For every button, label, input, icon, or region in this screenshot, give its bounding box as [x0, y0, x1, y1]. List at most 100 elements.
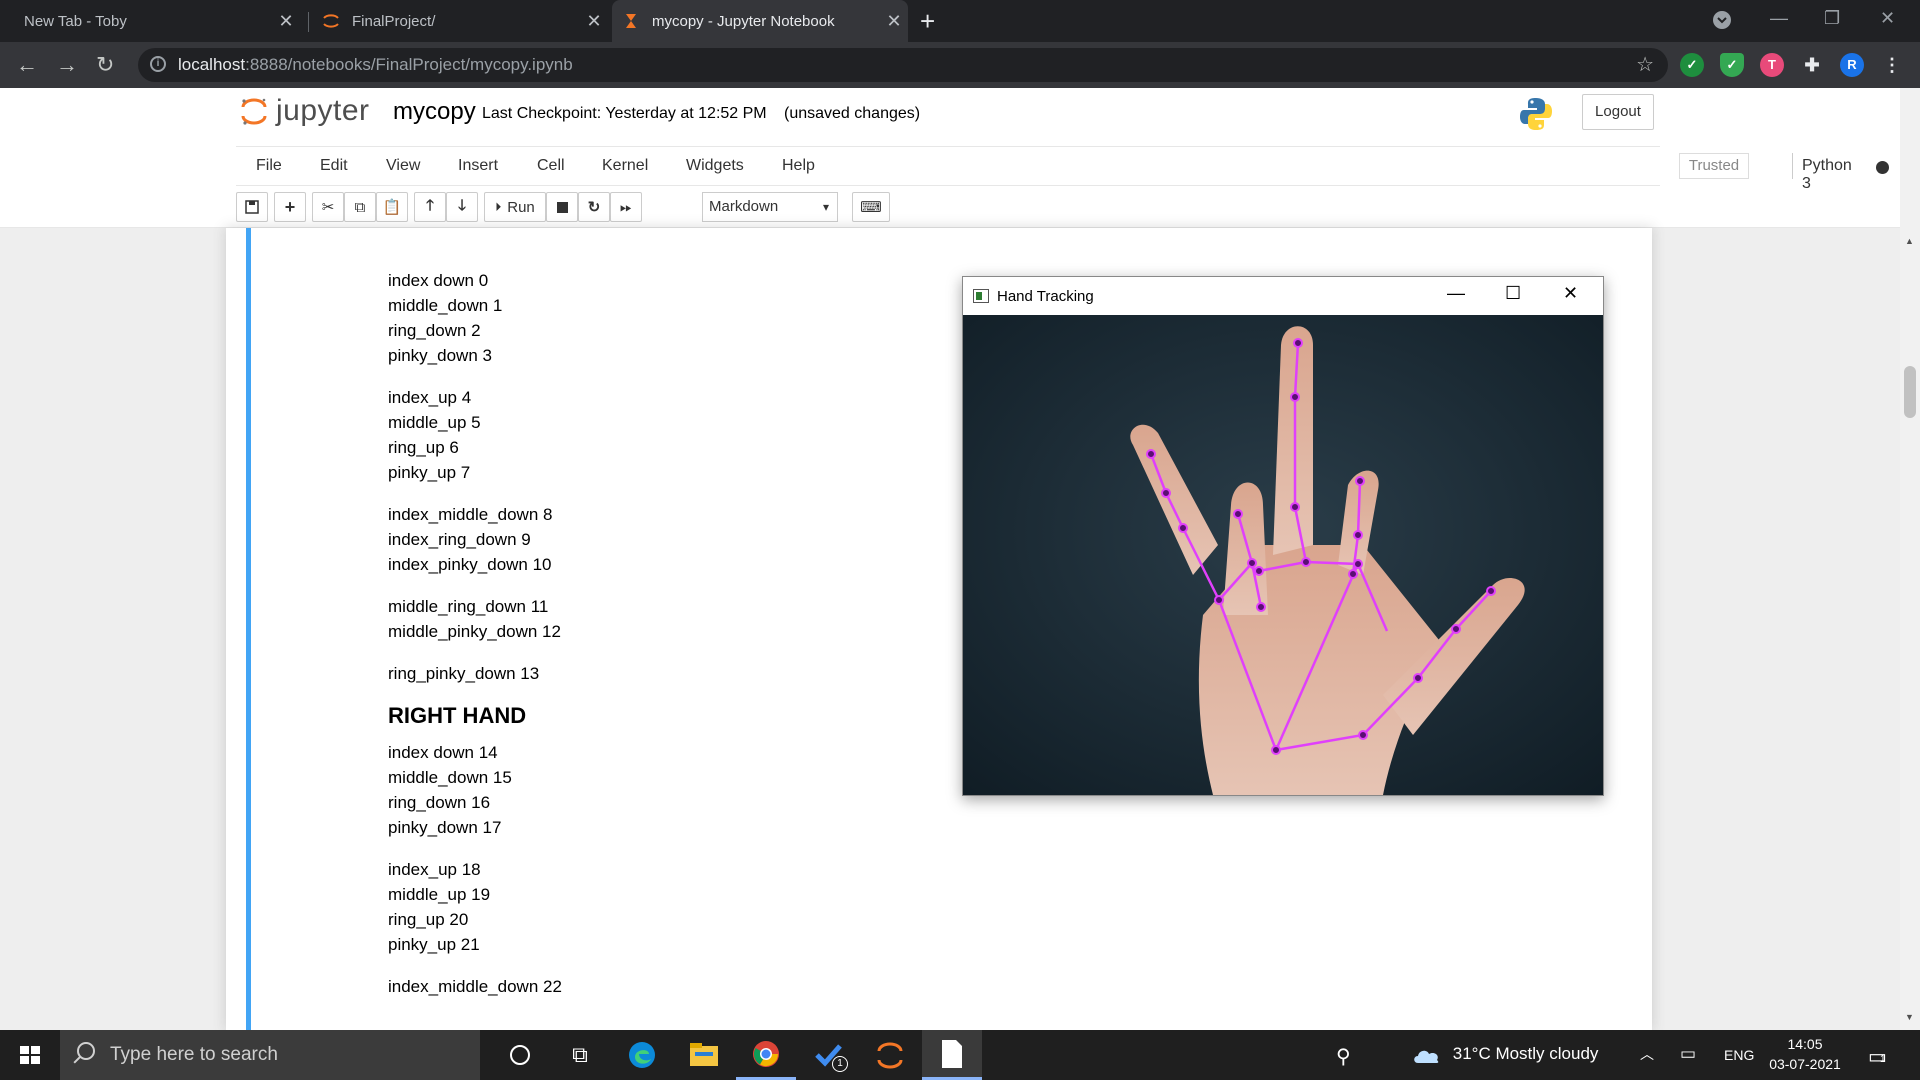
menu-view[interactable]: View [386, 157, 420, 175]
weather-text: 31°C Mostly cloudy [1452, 1044, 1599, 1063]
menu-help[interactable]: Help [782, 157, 815, 175]
gesture-item: ring_up 20 [388, 910, 469, 929]
back-arrow-icon[interactable]: ← [16, 52, 38, 78]
close-icon[interactable]: ✕ [880, 11, 908, 32]
section-heading: RIGHT HAND [388, 703, 527, 728]
menu-widgets[interactable]: Widgets [686, 157, 744, 175]
minimize-icon[interactable]: — [1447, 283, 1465, 304]
minimize-icon[interactable]: — [1770, 8, 1788, 29]
page-scrollbar[interactable]: ▲ ▼ [1900, 88, 1920, 1030]
weather-widget[interactable]: 31°C Mostly cloudy [1412, 1044, 1598, 1065]
system-clock[interactable]: 14:05 03-07-2021 [1762, 1034, 1848, 1074]
restart-run-all-button[interactable]: ⏩︎ [610, 192, 642, 222]
taskbar-file-explorer[interactable] [674, 1030, 734, 1080]
bookmark-star-icon[interactable]: ☆ [1636, 52, 1654, 77]
save-button[interactable] [236, 192, 268, 222]
camera-feed [963, 315, 1603, 795]
gesture-group: index_middle_down 22 [388, 974, 562, 999]
maximize-icon[interactable]: ☐ [1505, 283, 1521, 304]
kernel-name[interactable]: Python 3 [1802, 157, 1852, 193]
reload-icon[interactable]: ↻ [96, 52, 114, 78]
menu-insert[interactable]: Insert [458, 157, 498, 175]
people-icon[interactable]: ⚲ [1336, 1044, 1351, 1069]
window-title: Hand Tracking [997, 288, 1094, 305]
paste-button[interactable]: 📋 [376, 192, 408, 222]
task-view-icon: ⧉ [572, 1042, 588, 1067]
insert-cell-button[interactable]: + [274, 192, 306, 222]
display-icon[interactable]: ▭ [1680, 1044, 1696, 1064]
interrupt-button[interactable] [546, 192, 578, 222]
selected-cell-indicator [246, 228, 251, 1030]
tab-finalproject[interactable]: FinalProject/ ✕ [312, 0, 608, 42]
cortana-button[interactable] [490, 1030, 550, 1080]
gesture-item: index_pinky_down 10 [388, 555, 552, 574]
show-hidden-icons-chevron-icon[interactable]: ︿ [1640, 1044, 1654, 1064]
close-window-icon[interactable]: ✕ [1563, 283, 1578, 304]
scroll-up-arrow-icon[interactable]: ▲ [1905, 236, 1914, 246]
browser-toolbar: ← → ↻ i localhost:8888/notebooks/FinalPr… [0, 42, 1920, 88]
move-up-button[interactable]: 🡑 [414, 192, 446, 222]
scrollbar-thumb[interactable] [1904, 366, 1916, 418]
scissors-icon: ✂ [321, 199, 335, 216]
command-palette-button[interactable]: ⌨ [852, 192, 890, 222]
clipboard-icon: 📋 [382, 199, 402, 216]
hand-tracking-window[interactable]: Hand Tracking — ☐ ✕ [962, 276, 1604, 796]
tab-search-icon[interactable] [1712, 10, 1732, 35]
toby-extension-icon[interactable]: T [1760, 53, 1784, 77]
cut-button[interactable]: ✂ [312, 192, 344, 222]
new-tab-button[interactable]: + [920, 6, 935, 37]
check-extension-icon[interactable]: ✓ [1680, 53, 1704, 77]
notification-count: 1 [1880, 1054, 1886, 1065]
taskbar-todo[interactable]: 1 [798, 1030, 858, 1080]
profile-avatar[interactable]: R [1840, 53, 1864, 77]
menu-file[interactable]: File [256, 157, 282, 175]
shield-extension-icon[interactable]: ✓ [1720, 53, 1744, 77]
notebook-name[interactable]: mycopy [393, 98, 476, 126]
menu-kebab-icon[interactable]: ⋮ [1880, 53, 1904, 77]
taskbar-jupyter[interactable] [860, 1030, 920, 1080]
close-icon[interactable]: ✕ [272, 11, 300, 32]
language-indicator[interactable]: ENG [1724, 1047, 1754, 1063]
hourglass-icon [626, 14, 636, 28]
scroll-down-arrow-icon[interactable]: ▼ [1905, 1012, 1914, 1022]
tab-title: FinalProject/ [352, 12, 436, 30]
copy-button[interactable]: ⧉ [344, 192, 376, 222]
jupyter-logo[interactable]: jupyter [240, 94, 370, 128]
taskbar-chrome[interactable] [736, 1030, 796, 1080]
address-bar[interactable]: i localhost:8888/notebooks/FinalProject/… [138, 48, 1668, 82]
gesture-item: pinky_up 21 [388, 935, 480, 954]
notification-center-icon[interactable]: ▭ 1 [1868, 1044, 1887, 1069]
cell-type-select[interactable]: Markdown ▾ [702, 192, 838, 222]
gesture-item: middle_up 19 [388, 885, 491, 904]
close-icon[interactable]: ✕ [580, 11, 608, 32]
python-logo-icon [1520, 98, 1552, 130]
gesture-item: ring_up 6 [388, 438, 459, 457]
taskbar-search-box[interactable]: Type here to search [60, 1030, 480, 1080]
menu-edit[interactable]: Edit [320, 157, 348, 175]
markdown-cell[interactable]: index down 0 middle_down 1 ring_down 2 p… [388, 268, 562, 1016]
run-button[interactable]: ⏵︎ Run [484, 192, 546, 222]
gesture-item: middle_pinky_down 12 [388, 622, 561, 641]
forward-arrow-icon[interactable]: → [56, 52, 78, 78]
start-button[interactable] [0, 1030, 60, 1080]
tab-title: New Tab - Toby [24, 12, 127, 30]
logout-button[interactable]: Logout [1582, 94, 1654, 130]
search-icon [77, 1042, 95, 1060]
menu-cell[interactable]: Cell [537, 157, 565, 175]
restore-icon[interactable]: ❐ [1824, 8, 1840, 29]
tab-new-tab-toby[interactable]: New Tab - Toby ✕ [0, 0, 300, 42]
move-down-button[interactable]: 🡓 [446, 192, 478, 222]
restart-button[interactable]: ↻ [578, 192, 610, 222]
close-window-icon[interactable]: ✕ [1880, 8, 1895, 29]
todo-badge: 1 [832, 1056, 848, 1072]
task-view-button[interactable]: ⧉ [550, 1030, 610, 1080]
taskbar-edge[interactable] [612, 1030, 672, 1080]
edge-browser-icon [629, 1042, 655, 1068]
window-titlebar[interactable]: Hand Tracking — ☐ ✕ [963, 277, 1603, 315]
trusted-badge[interactable]: Trusted [1679, 153, 1749, 179]
taskbar-notepad[interactable] [922, 1030, 982, 1080]
menu-kernel[interactable]: Kernel [602, 157, 648, 175]
info-icon[interactable]: i [150, 56, 166, 72]
tab-mycopy[interactable]: mycopy - Jupyter Notebook ✕ [612, 0, 908, 42]
extensions-puzzle-icon[interactable]: ✚ [1800, 53, 1824, 77]
